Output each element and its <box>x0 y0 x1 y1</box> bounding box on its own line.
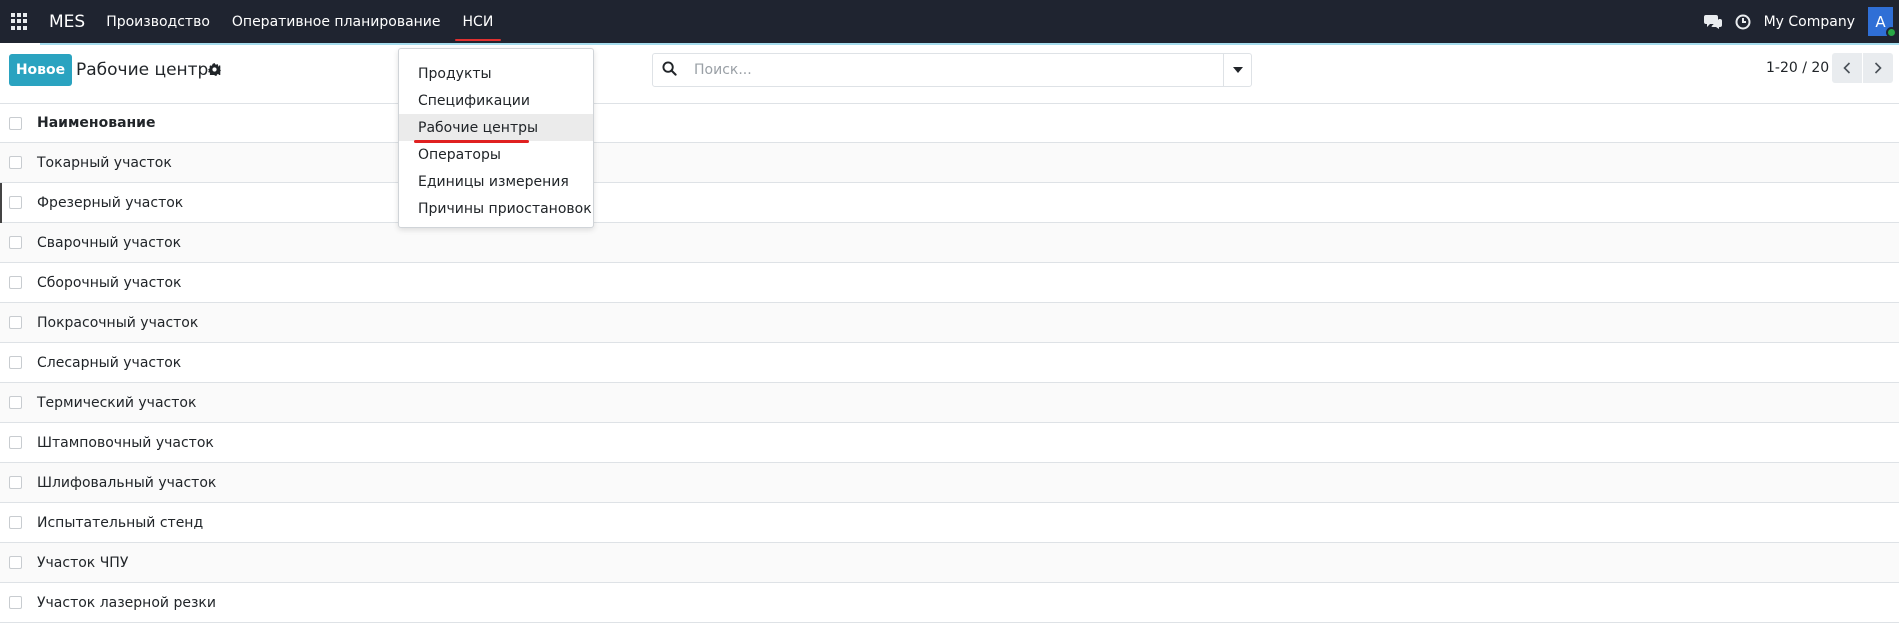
table-row[interactable]: Токарный участок <box>0 143 1899 183</box>
dropdown-item-units[interactable]: Единицы измерения <box>399 168 593 195</box>
row-name: Сварочный участок <box>37 234 182 251</box>
menu-production[interactable]: Производство <box>106 14 210 30</box>
row-name: Штамповочный участок <box>37 434 214 451</box>
search-options-toggle[interactable] <box>1223 54 1251 86</box>
dropdown-item-operators[interactable]: Операторы <box>399 141 593 168</box>
new-button[interactable]: Новое <box>9 54 72 86</box>
select-all-checkbox[interactable] <box>9 116 22 130</box>
dropdown-item-workcenters[interactable]: Рабочие центры <box>399 114 593 143</box>
table-row[interactable]: Слесарный участок <box>0 343 1899 383</box>
table-row[interactable]: Термический участок <box>0 383 1899 423</box>
table-row[interactable]: Сборочный участок <box>0 263 1899 303</box>
top-navbar: MES Производство Оперативное планировани… <box>0 0 1899 43</box>
user-avatar[interactable]: A <box>1868 7 1897 38</box>
table-row[interactable]: Шлифовальный участок <box>0 463 1899 503</box>
row-name: Участок лазерной резки <box>37 594 216 611</box>
clock-icon[interactable] <box>1734 13 1752 31</box>
row-checkbox[interactable] <box>9 396 22 409</box>
dropdown-item-products[interactable]: Продукты <box>399 60 593 87</box>
row-name: Участок ЧПУ <box>37 554 129 571</box>
row-name: Шлифовальный участок <box>37 474 217 491</box>
avatar-letter: A <box>1875 12 1886 31</box>
row-checkbox[interactable] <box>9 276 22 289</box>
pager-next-button[interactable] <box>1863 53 1893 83</box>
dropdown-item-stop-reasons[interactable]: Причины приостановок <box>399 195 593 222</box>
table-row[interactable]: Испытательный стенд <box>0 503 1899 543</box>
table-row[interactable]: Участок лазерной резки <box>0 583 1899 623</box>
row-name: Сборочный участок <box>37 274 182 291</box>
row-checkbox[interactable] <box>9 196 22 209</box>
row-checkbox[interactable] <box>9 476 22 489</box>
row-name: Слесарный участок <box>37 354 182 371</box>
navbar-right: My Company A <box>1703 0 1899 43</box>
table-row[interactable]: Сварочный участок <box>0 223 1899 263</box>
nsi-dropdown-menu: Продукты Спецификации Рабочие центры Опе… <box>398 48 594 228</box>
search-bar[interactable]: Поиск... <box>652 53 1252 87</box>
company-switcher[interactable]: My Company <box>1764 14 1855 30</box>
row-checkbox[interactable] <box>9 596 22 609</box>
table-row[interactable]: Покрасочный участок <box>0 303 1899 343</box>
row-name: Покрасочный участок <box>37 314 199 331</box>
app-brand[interactable]: MES <box>49 12 85 32</box>
apps-grid-icon[interactable] <box>11 12 29 31</box>
page-title: Рабочие центры <box>76 60 222 80</box>
row-checkbox[interactable] <box>9 316 22 329</box>
row-checkbox[interactable] <box>9 156 22 169</box>
table-row[interactable]: Штамповочный участок <box>0 423 1899 463</box>
chevron-left-icon <box>1843 62 1851 74</box>
chat-icon[interactable] <box>1703 13 1722 31</box>
gear-icon[interactable] <box>208 63 224 79</box>
row-checkbox[interactable] <box>9 516 22 529</box>
online-status-dot <box>1886 27 1897 38</box>
list-header-row: Наименование <box>0 103 1899 143</box>
row-checkbox[interactable] <box>9 556 22 569</box>
dropdown-item-specifications[interactable]: Спецификации <box>399 87 593 114</box>
row-name: Термический участок <box>37 394 197 411</box>
control-panel: Новое Рабочие центры Поиск... 1-20 / 20 <box>0 45 1899 103</box>
search-icon <box>662 61 680 79</box>
row-checkbox[interactable] <box>9 236 22 249</box>
workcenters-list: Наименование Токарный участок Фрезерный … <box>0 103 1899 623</box>
row-focus-marker <box>0 183 2 223</box>
row-name: Фрезерный участок <box>37 194 184 211</box>
row-name: Испытательный стенд <box>37 514 204 531</box>
caret-down-icon <box>1232 67 1243 73</box>
chevron-right-icon <box>1874 62 1882 74</box>
table-row[interactable]: Фрезерный участок <box>0 183 1899 223</box>
pager-value[interactable]: 1-20 / 20 <box>1766 60 1829 76</box>
menu-nsi[interactable]: НСИ <box>454 14 502 41</box>
row-checkbox[interactable] <box>9 356 22 369</box>
dropdown-item-label: Рабочие центры <box>418 119 539 136</box>
table-row[interactable]: Участок ЧПУ <box>0 543 1899 583</box>
menu-operational-planning[interactable]: Оперативное планирование <box>232 14 441 30</box>
pager-previous-button[interactable] <box>1832 53 1862 83</box>
row-name: Токарный участок <box>37 154 172 171</box>
column-header-name[interactable]: Наименование <box>37 115 156 131</box>
search-input[interactable]: Поиск... <box>694 62 752 78</box>
row-checkbox[interactable] <box>9 436 22 449</box>
